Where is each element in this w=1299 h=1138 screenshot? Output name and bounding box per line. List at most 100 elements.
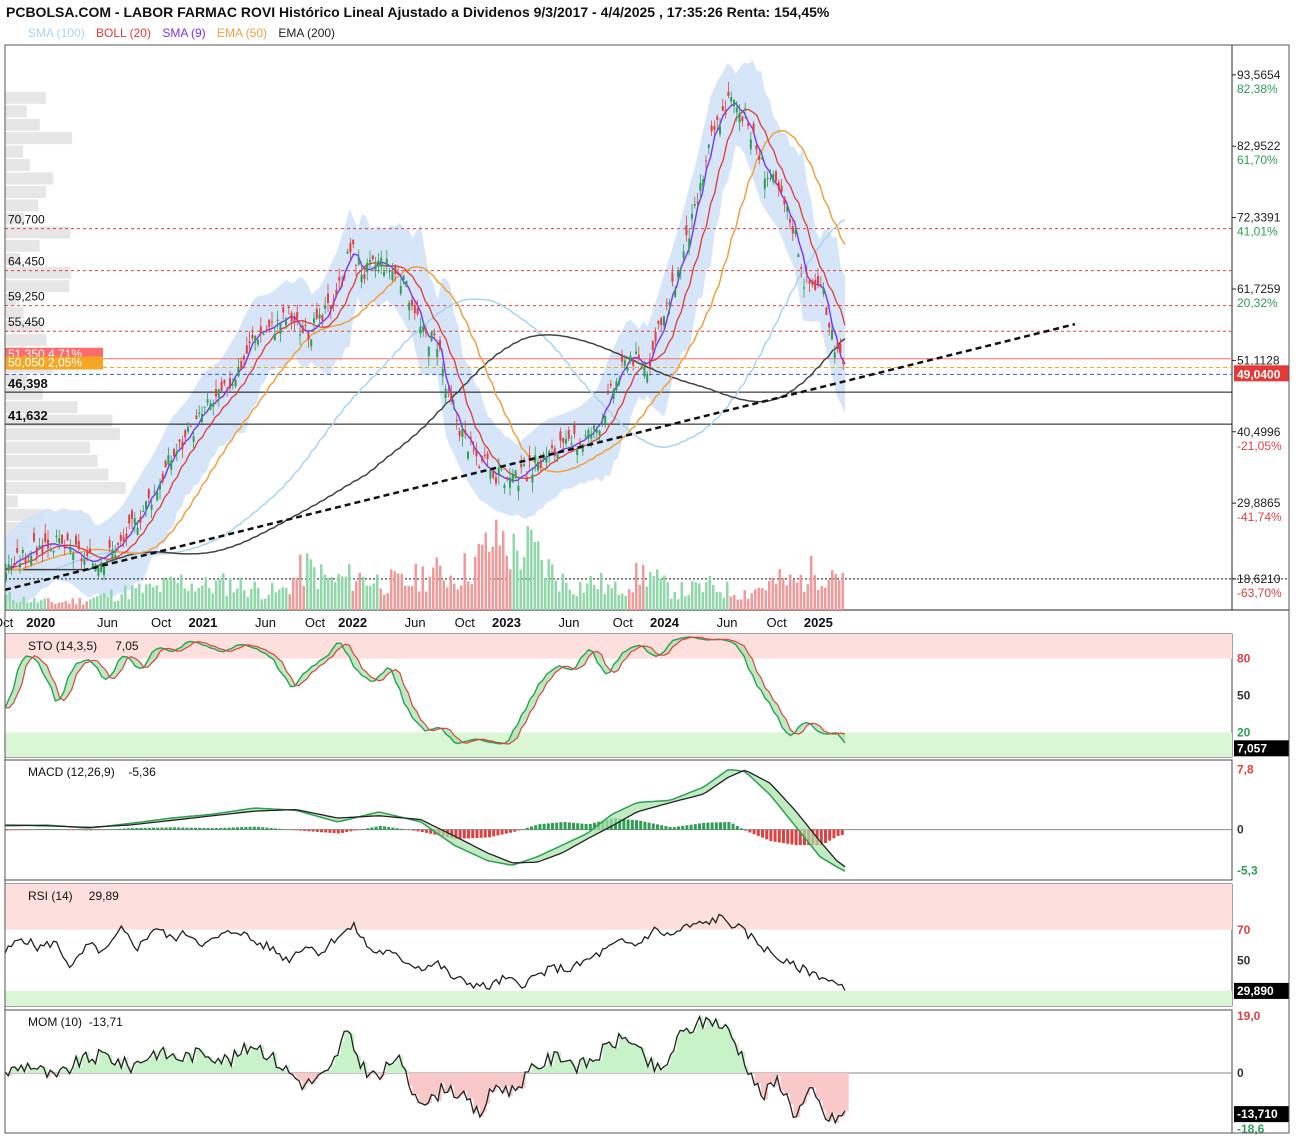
candle-body <box>237 367 240 377</box>
price-panel-bg <box>5 45 1232 610</box>
candle-body <box>828 323 831 328</box>
volume-bar <box>561 573 564 610</box>
candle-body <box>439 340 441 349</box>
sto-y-label: 20 <box>1237 725 1251 739</box>
mom-area-bar <box>786 1073 791 1094</box>
mom-area-bar <box>425 1073 429 1106</box>
candle-body <box>805 272 808 275</box>
candle-body <box>192 436 195 442</box>
mom-area-bar <box>253 1048 258 1073</box>
mom-area-bar <box>738 1054 743 1073</box>
volume-bar <box>78 597 81 610</box>
volume-bar <box>586 583 589 610</box>
mom-area-bar <box>496 1073 500 1086</box>
macd-hist-bar <box>93 829 97 831</box>
mom-area-bar <box>783 1073 788 1096</box>
macd-hist-bar <box>626 819 630 830</box>
volume-bar <box>827 579 830 610</box>
macd-hist-bar <box>395 828 399 830</box>
x-tick-label: Jun <box>559 615 580 630</box>
x-tick-label: 2023 <box>492 615 521 630</box>
candle-body <box>313 318 315 323</box>
candle-body <box>458 430 461 436</box>
macd-hist-bar <box>559 822 563 830</box>
candle-body <box>245 345 248 354</box>
candle-body <box>682 251 685 259</box>
macd-hist-bar <box>105 829 109 830</box>
macd-hist-bar <box>13 829 17 831</box>
macd-hist-bar <box>202 827 206 830</box>
volume-bar <box>124 585 127 610</box>
macd-hist-bar <box>408 829 412 831</box>
volume-bar <box>691 581 694 610</box>
macd-hist-bar <box>702 822 706 830</box>
mom-area-bar <box>693 1031 697 1073</box>
candle-body <box>825 307 828 315</box>
macd-hist-bar <box>492 829 496 837</box>
candle-body <box>520 463 523 468</box>
volume-bar <box>362 576 365 610</box>
mom-area-bar <box>308 1073 313 1079</box>
macd-hist-bar <box>509 829 512 833</box>
candle-body <box>58 538 61 544</box>
mom-area-bar <box>845 1073 849 1111</box>
candle-body <box>730 96 733 102</box>
candle-body <box>136 527 139 535</box>
candle-body <box>75 535 77 545</box>
mom-area-bar <box>247 1053 252 1073</box>
candle-body <box>733 99 735 107</box>
mom-area-bar <box>450 1073 455 1086</box>
macd-hist-bar <box>51 829 55 830</box>
volume-bar <box>197 587 200 610</box>
volume-profile-bar <box>5 132 73 145</box>
candle-body <box>657 320 660 324</box>
mom-area-bar <box>544 1065 549 1073</box>
candle-body <box>206 399 209 403</box>
volume-bar <box>498 545 501 610</box>
candle-body <box>408 302 411 311</box>
mom-area-bar <box>719 1027 723 1073</box>
volume-bar <box>232 592 235 610</box>
macd-hist-bar <box>773 829 777 842</box>
volume-bar <box>698 583 701 610</box>
candle-body <box>271 321 273 323</box>
candle-body <box>511 473 514 483</box>
volume-bar <box>792 579 795 610</box>
volume-bar <box>299 554 302 610</box>
macd-hist-bar <box>38 829 42 830</box>
candle-body <box>234 379 237 387</box>
volume-bar <box>635 562 638 610</box>
macd-hist-bar <box>315 829 319 832</box>
mom-area-bar <box>341 1041 345 1073</box>
volume-bar <box>537 541 540 610</box>
mom-area-bar <box>596 1059 600 1073</box>
resistance-label: 70,700 <box>8 213 45 227</box>
mom-area-bar <box>647 1066 652 1073</box>
mom-area-bar <box>266 1059 271 1073</box>
macd-hist-bar <box>341 829 344 833</box>
macd-hist-bar <box>110 829 113 830</box>
candle-body <box>33 532 35 542</box>
mom-area-bar <box>72 1067 77 1073</box>
candle-body <box>797 254 800 258</box>
volume-bar <box>134 587 137 610</box>
volume-bar <box>155 585 158 610</box>
candle-body <box>570 443 573 445</box>
volume-bar <box>351 590 354 610</box>
candle-body <box>394 265 397 275</box>
mom-area-bar <box>618 1033 623 1073</box>
candle-body <box>357 258 360 265</box>
macd-hist-bar <box>546 823 550 830</box>
volume-bar <box>785 585 788 610</box>
macd-hist-bar <box>135 828 139 830</box>
volume-bar <box>425 591 428 610</box>
mom-area-bar <box>838 1073 843 1116</box>
volume-bar <box>824 587 827 610</box>
macd-hist-bar <box>748 829 752 833</box>
candle-body <box>660 317 663 326</box>
macd-hist-bar <box>412 829 416 831</box>
macd-hist-bar <box>399 828 403 830</box>
macd-hist-bar <box>685 825 689 830</box>
macd-hist-bar <box>320 829 323 833</box>
volume-bar <box>551 564 554 610</box>
